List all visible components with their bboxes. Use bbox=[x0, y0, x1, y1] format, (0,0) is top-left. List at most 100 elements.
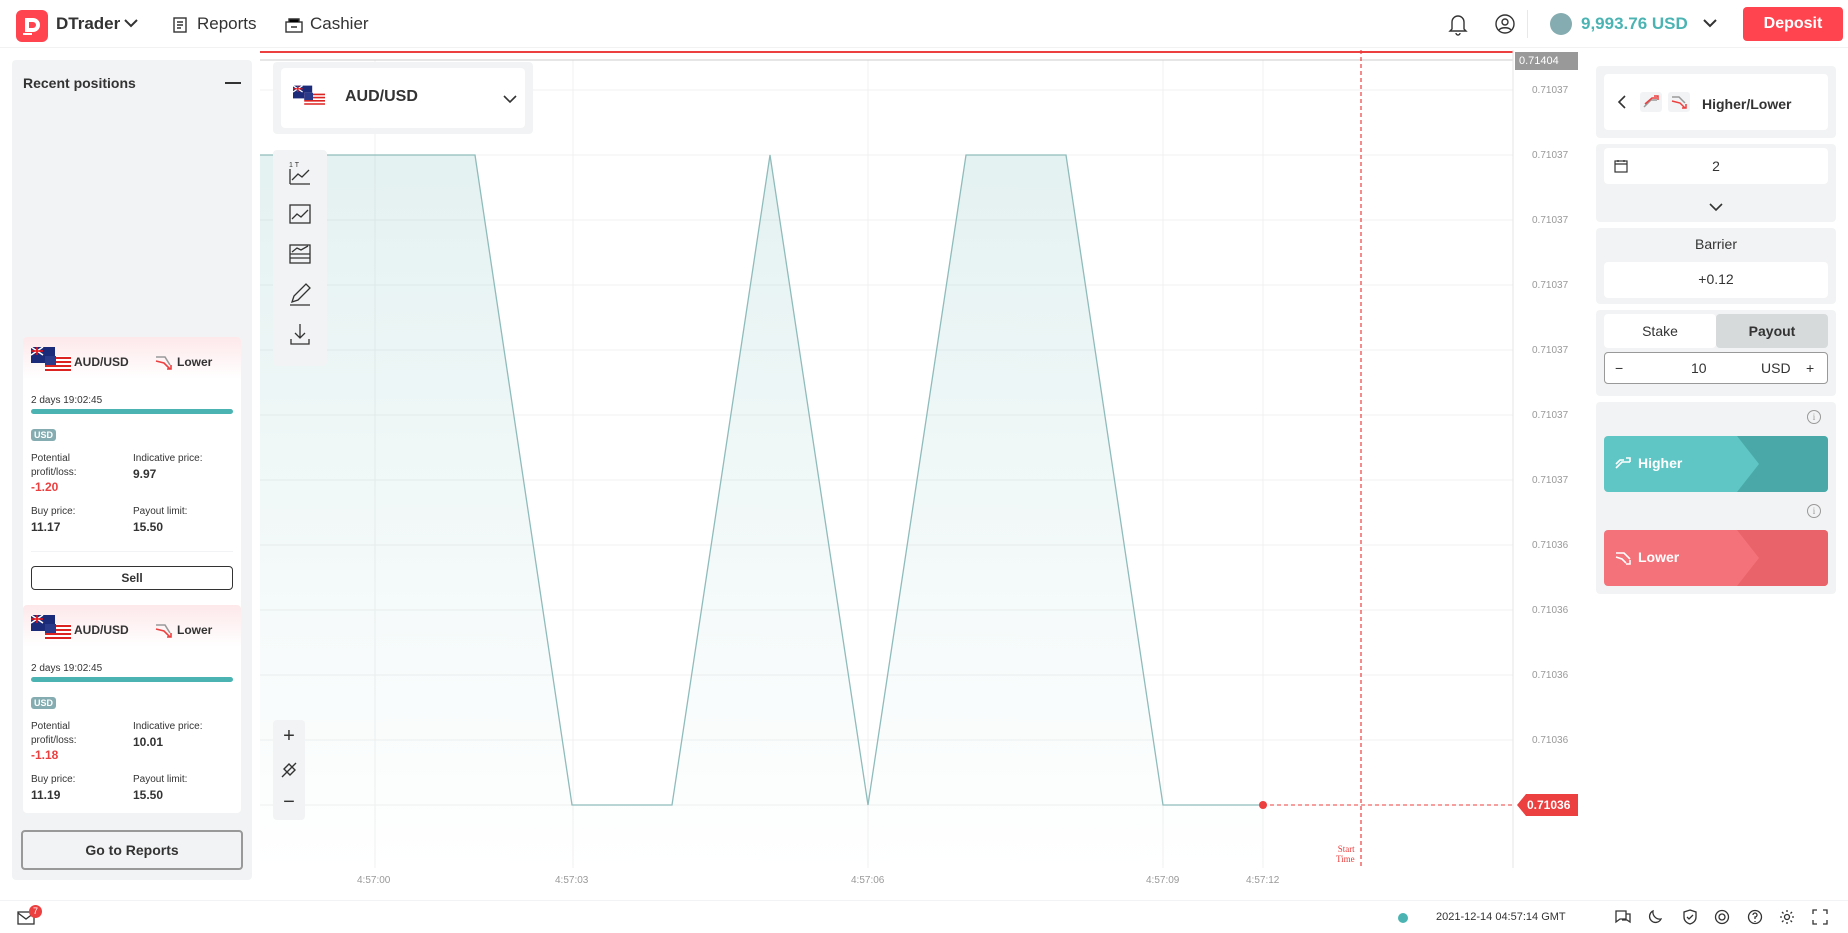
go-to-reports-button[interactable]: Go to Reports bbox=[21, 830, 243, 870]
responsible-trading-icon[interactable] bbox=[1714, 909, 1730, 925]
help-icon[interactable] bbox=[1747, 909, 1763, 925]
y-axis-label: 0.71037 bbox=[1532, 85, 1569, 96]
lower-button[interactable]: Lower bbox=[1604, 530, 1828, 586]
x-axis-label: 4:57:00 bbox=[357, 875, 391, 886]
drawing-tools-icon[interactable] bbox=[286, 280, 314, 308]
duration-value: 2 bbox=[1712, 158, 1720, 174]
y-axis-label: 0.71037 bbox=[1532, 150, 1569, 161]
aud-usd-flag-icon bbox=[31, 347, 71, 373]
position-card[interactable]: AUD/USD Lower 2 days 19:02:45 USD Potent… bbox=[23, 337, 241, 611]
chevron-down-icon[interactable] bbox=[503, 94, 517, 104]
info-icon[interactable]: i bbox=[1807, 410, 1821, 424]
progress-bar bbox=[31, 677, 233, 682]
pl-value: -1.18 bbox=[31, 748, 59, 762]
bell-icon[interactable] bbox=[1447, 12, 1469, 36]
indicators-icon[interactable] bbox=[286, 200, 314, 228]
app-switcher[interactable]: DTrader bbox=[56, 14, 120, 34]
higher-label: Higher bbox=[1638, 455, 1683, 471]
lower-contract-icon bbox=[155, 624, 172, 638]
y-axis-label: 0.71037 bbox=[1532, 475, 1569, 486]
chevron-left-icon[interactable] bbox=[1617, 95, 1627, 109]
templates-icon[interactable] bbox=[286, 240, 314, 268]
progress-bar bbox=[31, 409, 233, 414]
shield-icon[interactable] bbox=[1682, 909, 1698, 925]
higher-contract-icon bbox=[1640, 92, 1662, 112]
sell-button[interactable]: Sell bbox=[31, 566, 233, 590]
duration-input[interactable]: 2 bbox=[1604, 148, 1828, 184]
x-axis-label: 4:57:09 bbox=[1146, 875, 1180, 886]
market-name: AUD/USD bbox=[345, 88, 418, 105]
buy-price-value: 11.17 bbox=[31, 520, 61, 534]
indicative-value: 9.97 bbox=[133, 467, 157, 481]
settings-icon[interactable] bbox=[1779, 909, 1795, 925]
collapse-icon[interactable] bbox=[225, 82, 241, 84]
decrement-icon[interactable]: − bbox=[1615, 360, 1623, 376]
server-time: 2021-12-14 04:57:14 GMT bbox=[1436, 911, 1566, 923]
chat-icon[interactable] bbox=[1614, 909, 1632, 925]
zoom-out-icon[interactable]: − bbox=[278, 791, 300, 813]
barrier-input[interactable]: +0.12 bbox=[1604, 262, 1828, 298]
position-symbol: AUD/USD bbox=[74, 623, 129, 637]
lower-contract-icon bbox=[1668, 92, 1690, 112]
chart-type-icon[interactable]: 1 T bbox=[286, 160, 314, 188]
crosshair-toggle-icon[interactable] bbox=[278, 759, 300, 781]
account-balance[interactable]: 9,993.76 USD bbox=[1581, 14, 1688, 34]
duration-box: 2 bbox=[1596, 144, 1836, 222]
pl-label: Potential profit/loss: bbox=[31, 721, 77, 746]
payout-limit-value: 15.50 bbox=[133, 520, 164, 534]
pl-label: Potential profit/loss: bbox=[31, 453, 77, 478]
price-chart[interactable] bbox=[260, 48, 1515, 868]
y-axis-label: 0.71036 bbox=[1532, 670, 1569, 681]
chart-area-fill bbox=[260, 155, 1263, 868]
contract-type-selector[interactable]: Higher/Lower bbox=[1604, 74, 1828, 130]
market-selector-inner[interactable]: AUD/USD bbox=[281, 68, 525, 128]
zoom-in-icon[interactable]: + bbox=[278, 725, 300, 747]
contract-type-name: Higher/Lower bbox=[1702, 96, 1792, 112]
y-axis-label: 0.71036 bbox=[1532, 605, 1569, 616]
barrier-value: +0.12 bbox=[1698, 271, 1734, 287]
deposit-button[interactable]: Deposit bbox=[1743, 7, 1843, 41]
amount-input[interactable]: − 10 USD + bbox=[1604, 352, 1828, 384]
theme-icon[interactable] bbox=[1647, 909, 1663, 925]
x-axis-label: 4:57:06 bbox=[851, 875, 885, 886]
nav-cashier[interactable]: Cashier bbox=[284, 14, 369, 34]
buy-price-label: Buy price: bbox=[31, 774, 76, 785]
current-tick-dot bbox=[1259, 801, 1267, 809]
deriv-logo-icon[interactable] bbox=[16, 10, 48, 42]
download-icon[interactable] bbox=[286, 320, 314, 348]
header-divider bbox=[1527, 10, 1528, 38]
chart-toolbar: 1 T bbox=[273, 150, 327, 366]
lower-contract-icon bbox=[155, 356, 172, 370]
indicative-value: 10.01 bbox=[133, 735, 164, 749]
info-icon[interactable]: i bbox=[1807, 504, 1821, 518]
top-price-label: 0.71404 bbox=[1515, 52, 1578, 70]
indicative-label: Indicative price: bbox=[133, 721, 203, 732]
buy-price-value: 11.19 bbox=[31, 788, 61, 802]
payout-toggle[interactable]: Payout bbox=[1716, 314, 1828, 348]
x-axis-label: 4:57:12 bbox=[1246, 875, 1280, 886]
increment-icon[interactable]: + bbox=[1806, 360, 1814, 376]
nav-reports[interactable]: Reports bbox=[171, 14, 257, 34]
footer: 7 2021-12-14 04:57:14 GMT bbox=[0, 900, 1848, 933]
stake-toggle[interactable]: Stake bbox=[1604, 314, 1716, 348]
higher-button[interactable]: Higher bbox=[1604, 436, 1828, 492]
chevron-down-icon[interactable] bbox=[124, 18, 138, 28]
buy-price-label: Buy price: bbox=[31, 506, 76, 517]
currency-badge: USD bbox=[31, 429, 57, 441]
account-icon[interactable] bbox=[1494, 12, 1516, 36]
divider bbox=[31, 551, 233, 552]
payout-limit-value: 15.50 bbox=[133, 788, 164, 802]
fullscreen-icon[interactable] bbox=[1812, 909, 1828, 925]
reports-icon bbox=[173, 17, 187, 33]
pl-value: -1.20 bbox=[31, 480, 59, 494]
y-axis-label: 0.71037 bbox=[1532, 410, 1569, 421]
position-card[interactable]: AUD/USD Lower 2 days 19:02:45 USD Potent… bbox=[23, 605, 241, 813]
market-selector[interactable]: AUD/USD bbox=[273, 62, 533, 134]
chevron-down-icon[interactable] bbox=[1709, 202, 1723, 212]
current-price-tag: 0.71036 bbox=[1517, 794, 1578, 816]
zoom-controls: + − bbox=[273, 720, 305, 820]
y-axis-label: 0.71037 bbox=[1532, 215, 1569, 226]
y-axis-label: 0.71036 bbox=[1532, 735, 1569, 746]
indicative-label: Indicative price: bbox=[133, 453, 203, 464]
chevron-down-icon[interactable] bbox=[1703, 18, 1717, 28]
